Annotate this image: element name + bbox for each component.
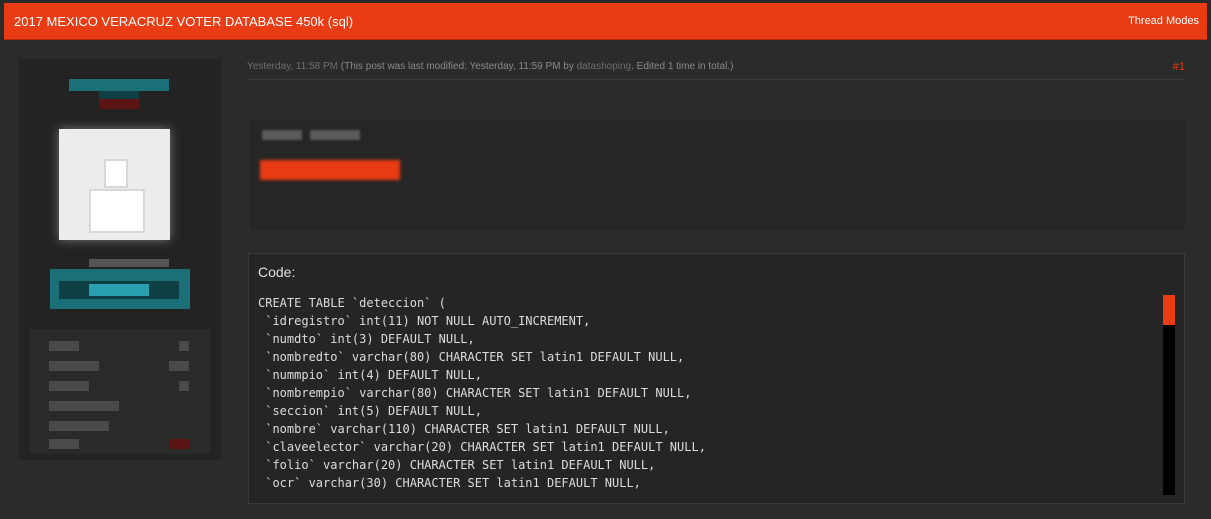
code-scroll-thumb[interactable]: [1163, 295, 1175, 325]
stat-row: [49, 361, 99, 371]
stat-row: [169, 361, 189, 371]
author-username[interactable]: [69, 79, 169, 91]
code-title: Code:: [258, 264, 296, 280]
stat-row: [49, 341, 79, 351]
code-scrollbar[interactable]: [1163, 295, 1175, 495]
thread-modes-button[interactable]: Thread Modes: [1128, 15, 1199, 27]
code-content[interactable]: CREATE TABLE `deteccion` ( `idregistro` …: [258, 294, 1158, 494]
thread-header: 2017 MEXICO VERACRUZ VOTER DATABASE 450k…: [4, 3, 1207, 40]
code-line: `folio` varchar(20) CHARACTER SET latin1…: [265, 458, 656, 472]
stat-row: [179, 381, 189, 391]
code-line: `claveelector` varchar(20) CHARACTER SET…: [265, 440, 706, 454]
code-line: `nombrempio` varchar(80) CHARACTER SET l…: [265, 386, 692, 400]
stat-row: [49, 381, 89, 391]
avatar[interactable]: [59, 129, 170, 240]
code-line: `ocr` varchar(30) CHARACTER SET latin1 D…: [265, 476, 641, 490]
username-shade: [99, 91, 139, 99]
post-text-line: [262, 130, 302, 140]
user-rank-text: [99, 99, 139, 109]
badge-highlight: [89, 284, 149, 296]
code-line: `idregistro` int(11) NOT NULL AUTO_INCRE…: [265, 314, 591, 328]
stat-row: [49, 421, 109, 431]
post-modified-prefix: (This post was last modified: Yesterday,…: [340, 61, 574, 72]
avatar-head: [104, 159, 128, 188]
post-editor-link[interactable]: datashoping: [577, 61, 632, 72]
code-line: `numdto` int(3) DEFAULT NULL,: [265, 332, 475, 346]
user-stats: [29, 329, 211, 454]
stat-row: [169, 439, 189, 449]
author-panel: [19, 59, 221, 460]
code-line: `nombredto` varchar(80) CHARACTER SET la…: [265, 350, 685, 364]
post-body: [250, 120, 1185, 230]
code-line: `nombre` varchar(110) CHARACTER SET lati…: [265, 422, 670, 436]
stat-row: [49, 439, 79, 449]
avatar-body: [89, 189, 145, 233]
code-block: Code: CREATE TABLE `deteccion` ( `idregi…: [248, 253, 1185, 504]
user-title: [89, 259, 169, 267]
post-text-line: [310, 130, 360, 140]
post-modified-suffix: . Edited 1 time in total.): [631, 61, 734, 72]
post-highlight-link[interactable]: [260, 160, 400, 180]
post-number-link[interactable]: #1: [1173, 61, 1185, 73]
thread-title: 2017 MEXICO VERACRUZ VOTER DATABASE 450k…: [14, 14, 354, 29]
code-line: CREATE TABLE `deteccion` (: [258, 296, 446, 310]
code-line: `nummpio` int(4) DEFAULT NULL,: [265, 368, 482, 382]
post-meta: Yesterday, 11:58 PM (This post was last …: [247, 61, 1185, 80]
code-line: `seccion` int(5) DEFAULT NULL,: [265, 404, 482, 418]
stat-row: [179, 341, 189, 351]
post-date: Yesterday, 11:58 PM: [247, 61, 338, 72]
stat-row: [49, 401, 119, 411]
